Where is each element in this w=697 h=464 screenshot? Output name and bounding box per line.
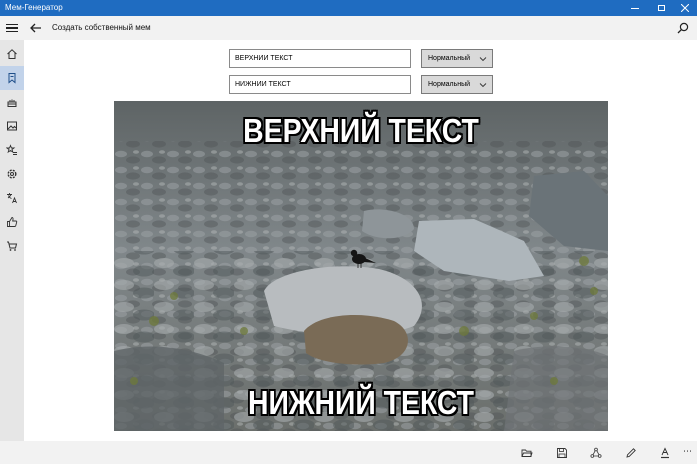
minimize-icon: [631, 7, 639, 9]
nav-item-language[interactable]: [0, 186, 24, 210]
bookmark-icon: [8, 73, 16, 84]
edit-button[interactable]: [622, 444, 640, 462]
title-bar: Мем-Генератор: [0, 0, 697, 16]
app-header: Создать собственный мем: [0, 16, 697, 40]
image-icon: [7, 121, 17, 131]
top-text-size-select[interactable]: Нормальный: [421, 49, 493, 68]
bottom-text-input[interactable]: [229, 75, 411, 94]
nav-item-home[interactable]: [0, 42, 24, 66]
nav-item-gallery[interactable]: [0, 114, 24, 138]
close-icon: [681, 4, 689, 12]
settings-icon: [7, 169, 17, 179]
nav-item-store[interactable]: [0, 234, 24, 258]
font-color-icon: [661, 447, 669, 459]
cake-icon: [7, 99, 17, 107]
meme-bottom-caption: НИЖНИЙ ТЕКСТ: [247, 384, 475, 421]
edit-icon: [626, 448, 636, 458]
nav-item-favorites[interactable]: [0, 138, 24, 162]
hamburger-line: [6, 30, 18, 33]
maximize-button[interactable]: [649, 0, 673, 16]
folder-open-icon: [521, 449, 533, 457]
share-button[interactable]: [587, 444, 605, 462]
top-text-size-value: Нормальный: [428, 55, 471, 62]
font-color-button[interactable]: [656, 444, 674, 462]
open-button[interactable]: [518, 444, 536, 462]
chevron-down-icon: [479, 83, 487, 88]
meme-preview: ВЕРХНИЙ ТЕКСТ НИЖНИЙ ТЕКСТ: [114, 101, 608, 431]
cart-icon: [7, 241, 18, 251]
sidebar: [0, 40, 24, 464]
star-list-icon: [6, 144, 17, 155]
hamburger-menu-button[interactable]: [0, 16, 24, 40]
bottom-app-bar: ⋯: [0, 441, 697, 464]
search-icon: [677, 22, 689, 34]
maximize-icon: [657, 5, 665, 11]
back-button[interactable]: [28, 20, 44, 36]
meme-top-caption: ВЕРХНИЙ ТЕКСТ: [243, 112, 479, 149]
hamburger-line: [6, 27, 18, 29]
meme-background-photo: [114, 101, 608, 431]
hamburger-line: [6, 23, 18, 26]
share-icon: [590, 447, 602, 458]
thumbs-up-icon: [7, 217, 18, 227]
nav-item-rate[interactable]: [0, 210, 24, 234]
top-text-input[interactable]: [229, 49, 411, 68]
bottom-text-size-select[interactable]: Нормальный: [421, 75, 493, 94]
minimize-button[interactable]: [623, 0, 647, 16]
page-title: Создать собственный мем: [52, 23, 151, 32]
nav-item-create[interactable]: [0, 66, 24, 90]
bottom-text-size-value: Нормальный: [428, 81, 471, 88]
save-button[interactable]: [553, 444, 571, 462]
save-icon: [557, 448, 567, 458]
chevron-down-icon: [479, 57, 487, 62]
close-button[interactable]: [673, 0, 697, 16]
translate-icon: [7, 193, 17, 204]
nav-item-celebrate[interactable]: [0, 90, 24, 114]
nav-item-settings[interactable]: [0, 162, 24, 186]
more-icon[interactable]: ⋯: [683, 447, 693, 456]
home-icon: [7, 49, 17, 59]
back-arrow-icon: [30, 23, 41, 33]
search-button[interactable]: [676, 21, 690, 35]
window-title: Мем-Генератор: [5, 3, 63, 12]
